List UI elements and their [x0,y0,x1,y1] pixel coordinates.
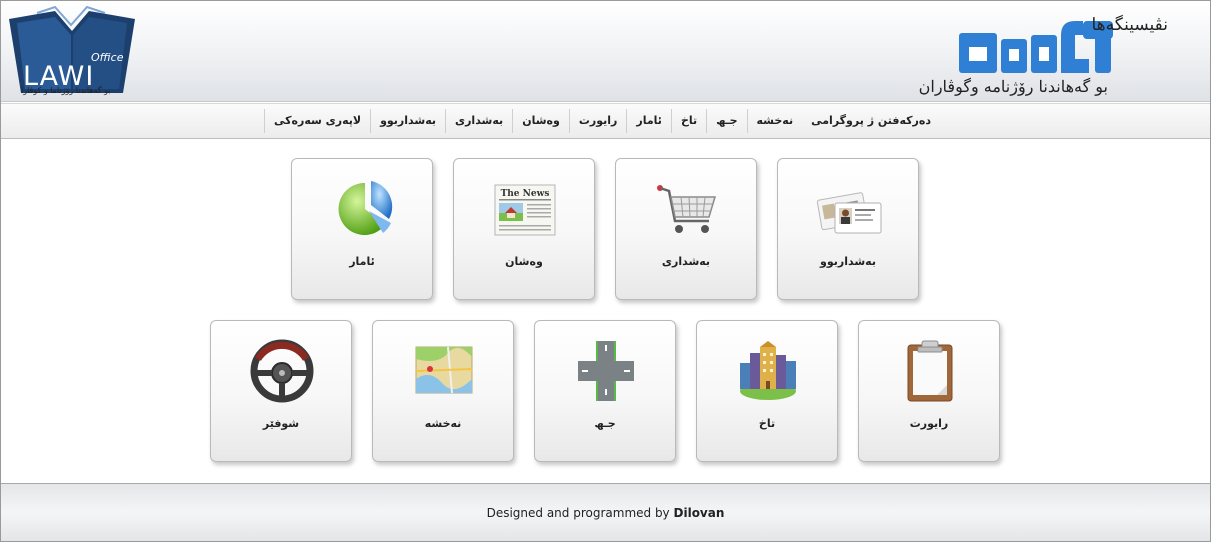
tile-label: نەخشە [424,417,462,430]
footer-author: Dilovan [673,506,725,520]
road-crossing-icon [578,341,634,401]
tile-label: ئامار [349,255,375,268]
shopping-cart-icon [657,185,717,233]
page-frame: Office LAWI بو گەهاندنا رۆژناما و كوڤارا… [0,0,1211,542]
footer-credit: Designed and programmed by Dilovan [1,506,1210,520]
steering-wheel-icon [250,339,314,403]
nav-item-statistics[interactable]: ئامار [626,109,671,133]
nav-item-subscribers[interactable]: بەشداربوو [370,109,445,133]
newspaper-heading: The News [501,189,550,199]
footer-prefix: Designed and programmed by [486,506,670,520]
nav-item-places[interactable]: جـھ [706,109,746,133]
open-book-icon[interactable]: Office LAWI [7,5,137,99]
office-logo-caption: بو گەهاندنا رۆژناما و كوڤارا [21,86,111,95]
tile-places[interactable]: جـھ [534,320,676,462]
nav-list: لاپەری سەرەکی بەشداربوو بەشداری وەشان را… [263,104,940,138]
nav-item-subscriptions[interactable]: بەشداری [445,109,512,133]
tile-map[interactable]: نەخشە [372,320,514,462]
newspaper-icon: The News [494,184,556,236]
tile-reports[interactable]: رایورت [858,320,1000,462]
tile-label: جـھ [594,417,616,430]
id-cards-icon [816,192,882,234]
tile-subscribers[interactable]: بەشداربوو [777,158,919,300]
tile-label: شوفێر [262,417,300,430]
tile-statistics[interactable]: ئامار [291,158,433,300]
tile-label: رایورت [909,417,949,430]
footer: Designed and programmed by Dilovan [1,483,1210,541]
nav-item-logout[interactable]: دەرکەفتن ژ پروگرامی [802,109,940,133]
office-badge-text: Office [91,51,124,64]
nav-item-districts[interactable]: تاخ [670,109,706,133]
main-nav: لاپەری سەرەکی بەشداربوو بەشداری وەشان را… [1,103,1210,139]
tile-label: تاخ [758,417,776,430]
city-buildings-icon [740,341,796,400]
tile-label: بەشداربوو [820,255,876,268]
nav-item-editions[interactable]: وەشان [512,109,569,133]
nav-item-home[interactable]: لاپەری سەرەکی [263,109,370,133]
tile-districts[interactable]: تاخ [696,320,838,462]
brand-subtitle: بو گەهاندنا رۆژنامە وگوڤاران [918,77,1108,96]
pie-chart-icon [338,181,393,235]
tile-drivers[interactable]: شوفێر [210,320,352,462]
brand-top-text: نڤیسینگەها [1091,15,1168,35]
map-icon [415,346,473,394]
clipboard-icon [907,340,953,402]
tile-subscriptions[interactable]: بەشداری [615,158,757,300]
tile-label: وەشان [505,255,543,268]
tile-editions[interactable]: The News وەشان [453,158,595,300]
nav-item-reports[interactable]: رایورت [568,109,627,133]
nav-item-map[interactable]: نەخشە [746,109,803,133]
tile-label: بەشداری [661,255,711,268]
header: Office LAWI بو گەهاندنا رۆژناما و كوڤارا… [1,1,1210,102]
